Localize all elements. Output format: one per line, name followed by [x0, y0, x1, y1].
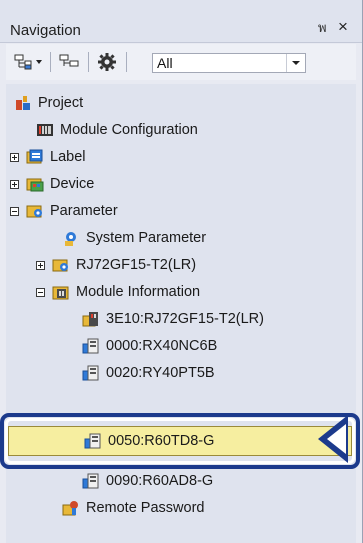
tree-item-module[interactable]: 0020:RY40PT5B: [82, 360, 215, 386]
module-info-folder-icon: [52, 286, 69, 300]
navigation-tree: Project Module Configuration Label Devic…: [6, 84, 356, 543]
settings-gear-icon: [98, 53, 116, 71]
toolbar-separator: [88, 52, 89, 72]
device-icon: [26, 178, 44, 192]
collapse-icon[interactable]: [10, 206, 19, 216]
tree-view-button[interactable]: [10, 49, 48, 75]
tree-item-device[interactable]: Device: [10, 171, 94, 197]
expand-icon[interactable]: [10, 179, 19, 189]
tree-item-system-parameter[interactable]: System Parameter: [62, 225, 206, 251]
close-icon[interactable]: ×: [338, 17, 348, 37]
tree-item-label: 3E10:RJ72GF15-T2(LR): [106, 311, 264, 327]
tree-item-cpu-module[interactable]: RJ72GF15-T2(LR): [36, 252, 196, 278]
expand-icon[interactable]: [10, 152, 19, 162]
tree-item-label: Device: [50, 176, 95, 192]
tree-item-project[interactable]: Project: [14, 90, 83, 116]
tree-item-label: 0020:RY40PT5B: [106, 365, 215, 381]
cpu-module-icon: [52, 259, 68, 272]
tree-item-module[interactable]: 0000:RX40NC6B: [82, 333, 217, 359]
navigation-panel: Navigation พ × All Project Module Config…: [0, 0, 363, 543]
tree-item-label: 0000:RX40NC6B: [106, 338, 218, 354]
filter-value: All: [157, 55, 173, 71]
callout-arrow-inner: [327, 424, 346, 454]
navigation-titlebar: Navigation พ ×: [0, 0, 362, 43]
tree-item-label: 0090:R60AD8-G: [106, 473, 214, 489]
collapse-all-button[interactable]: [54, 49, 84, 75]
dropdown-arrow-icon[interactable]: [286, 54, 305, 72]
pin-icon[interactable]: พ: [318, 20, 327, 36]
parameter-icon: [26, 205, 42, 218]
tree-item-label: Label: [50, 149, 86, 165]
collapse-icon[interactable]: [36, 287, 45, 297]
tree-item-label-group[interactable]: Label: [10, 144, 85, 170]
tree-item-module-configuration[interactable]: Module Configuration: [36, 117, 198, 143]
io-module-icon: [82, 473, 99, 489]
toolbar-separator: [126, 52, 127, 72]
callout-frame-inner: [5, 418, 355, 464]
filter-combobox[interactable]: All: [152, 53, 306, 73]
collapse-all-icon: [59, 54, 79, 67]
tree-view-icon: [14, 54, 42, 70]
settings-button[interactable]: [92, 49, 122, 75]
remote-password-icon: [62, 501, 78, 516]
tree-item-label: Parameter: [50, 203, 118, 219]
tree-item-parameter[interactable]: Parameter: [10, 198, 118, 224]
io-module-icon: [82, 338, 99, 354]
tree-item-label: Module Information: [76, 284, 201, 300]
label-icon: [26, 149, 43, 164]
network-module-icon: [82, 312, 98, 327]
navigation-toolbar: All: [6, 44, 356, 80]
system-parameter-icon: [65, 232, 76, 246]
tree-item-module[interactable]: 0090:R60AD8-G: [82, 468, 213, 494]
tree-item-label: Project: [38, 95, 84, 111]
tree-item-label: System Parameter: [86, 230, 207, 246]
tree-item-label: Module Configuration: [60, 122, 198, 138]
module-config-icon: [37, 124, 53, 136]
tree-item-label: RJ72GF15-T2(LR): [76, 257, 197, 273]
toolbar-separator: [50, 52, 51, 72]
panel-title: Navigation: [10, 22, 81, 39]
project-icon: [16, 96, 30, 110]
tree-item-label: Remote Password: [86, 500, 205, 516]
tree-item-remote-password[interactable]: Remote Password: [62, 495, 204, 521]
expand-icon[interactable]: [36, 260, 45, 270]
tree-item-module[interactable]: 3E10:RJ72GF15-T2(LR): [82, 306, 264, 332]
tree-item-module-information[interactable]: Module Information: [36, 279, 200, 305]
io-module-icon: [82, 365, 99, 381]
